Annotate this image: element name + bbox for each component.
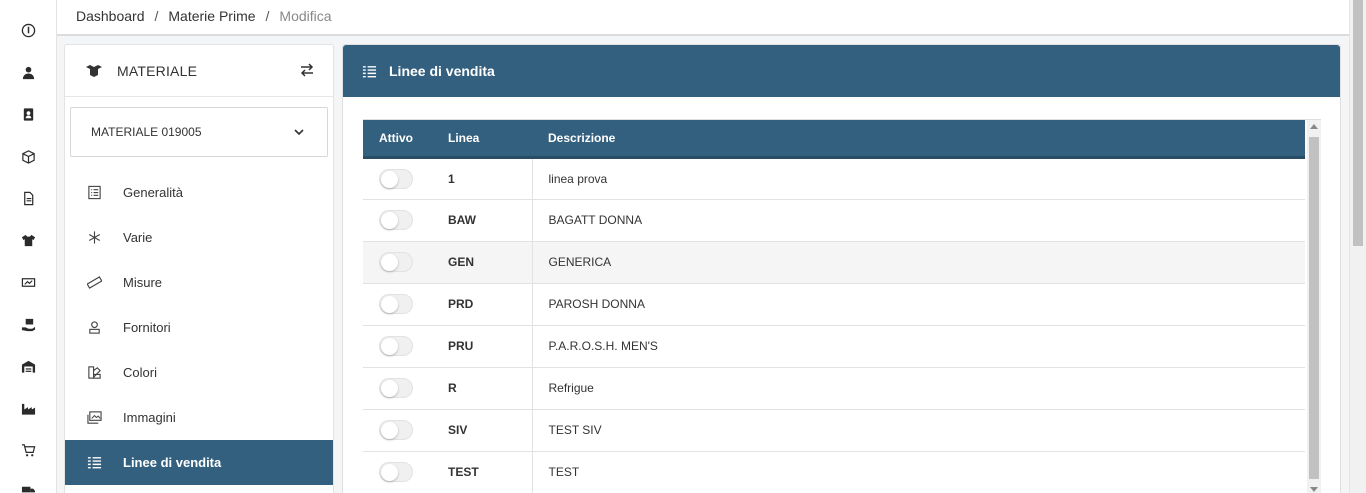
sales-lines-table-container: Attivo Linea Descrizione 1 linea prova B… [363, 119, 1321, 493]
active-toggle[interactable] [379, 420, 413, 440]
palette-icon [87, 365, 102, 380]
menu-item-colori[interactable]: Colori [65, 350, 333, 395]
breadcrumb-current: Modifica [279, 8, 332, 24]
tshirt-icon[interactable] [18, 230, 38, 250]
breadcrumb-separator: / [265, 8, 270, 24]
menu-item-fornitori[interactable]: Fornitori [65, 305, 333, 350]
scroll-down-arrow-icon[interactable] [1310, 487, 1318, 492]
sign-icon[interactable] [18, 272, 38, 292]
list-alt-icon [87, 185, 102, 200]
cart-icon[interactable] [18, 440, 38, 460]
th-list-icon [87, 455, 102, 470]
panel-header: Linee di vendita [343, 45, 1340, 97]
table-row[interactable]: SIV TEST SIV [363, 409, 1305, 451]
menu-item-label: Fornitori [123, 320, 171, 335]
active-toggle[interactable] [379, 378, 413, 398]
table-scrollbar[interactable] [1307, 120, 1321, 493]
address-book-icon[interactable] [18, 104, 38, 124]
icon-rail [0, 0, 57, 493]
table-row[interactable]: BAW BAGATT DONNA [363, 199, 1305, 241]
info-icon[interactable] [18, 20, 38, 40]
table-row[interactable]: PRD PAROSH DONNA [363, 283, 1305, 325]
asterisk-icon [87, 230, 102, 245]
material-card-header: MATERIALE [65, 45, 333, 97]
truck-icon[interactable] [18, 480, 38, 493]
active-toggle[interactable] [379, 294, 413, 314]
column-header-linea[interactable]: Linea [432, 120, 532, 159]
menu-item-misure[interactable]: Misure [65, 260, 333, 305]
user-stamp-icon [87, 320, 102, 335]
user-tie-icon[interactable] [18, 62, 38, 82]
material-menu: Generalità Varie Misure Fornitori Colori… [65, 170, 333, 485]
page-scrollbar-thumb[interactable] [1353, 0, 1363, 246]
line-code: SIV [432, 409, 533, 451]
box-open-icon[interactable] [18, 146, 38, 166]
breadcrumb-separator: / [154, 8, 159, 24]
line-description: TEST [548, 465, 580, 479]
menu-item-label: Varie [123, 230, 153, 245]
page-scrollbar[interactable] [1349, 0, 1366, 493]
line-description: GENERICA [548, 255, 612, 269]
scroll-up-arrow-icon[interactable] [1310, 124, 1318, 129]
table-row[interactable]: TEST TEST [363, 451, 1305, 493]
table-row[interactable]: R Refrigue [363, 367, 1305, 409]
line-description: BAGATT DONNA [548, 213, 643, 227]
sales-lines-table: Attivo Linea Descrizione 1 linea prova B… [363, 120, 1305, 493]
line-code: 1 [432, 157, 533, 199]
line-description: Refrigue [548, 381, 594, 395]
active-toggle[interactable] [379, 462, 413, 482]
table-header-row: Attivo Linea Descrizione [363, 120, 1305, 159]
sales-lines-panel: Linee di vendita Attivo Linea Descrizion… [342, 44, 1341, 493]
menu-item-label: Colori [123, 365, 157, 380]
line-code: PRU [432, 325, 533, 367]
menu-item-generalita[interactable]: Generalità [65, 170, 333, 215]
industry-icon[interactable] [18, 398, 38, 418]
menu-item-linee-di-vendita[interactable]: Linee di vendita [65, 440, 333, 485]
line-description: linea prova [548, 171, 608, 186]
table-scrollbar-thumb[interactable] [1309, 137, 1319, 479]
menu-item-label: Immagini [123, 410, 176, 425]
th-list-icon [362, 65, 377, 77]
ruler-icon [87, 275, 102, 290]
line-code: GEN [432, 241, 533, 283]
menu-item-label: Generalità [123, 185, 183, 200]
breadcrumb-bar: Dashboard / Materie Prime / Modifica [57, 0, 1349, 36]
material-select[interactable]: MATERIALE 019005 [70, 107, 328, 157]
active-toggle[interactable] [379, 336, 413, 356]
material-card: MATERIALE MATERIALE 019005 Generalità Va… [64, 44, 334, 493]
chevron-down-icon [294, 129, 304, 136]
breadcrumb: Dashboard / Materie Prime / Modifica [76, 8, 332, 24]
active-toggle[interactable] [379, 210, 413, 230]
material-card-title: MATERIALE [117, 62, 198, 79]
boxes-icon [86, 64, 102, 77]
line-code: BAW [432, 199, 533, 241]
menu-item-label: Misure [123, 275, 163, 290]
material-select-value: MATERIALE 019005 [91, 125, 202, 139]
breadcrumb-materie-prime[interactable]: Materie Prime [168, 8, 255, 24]
box-hand-icon[interactable] [18, 314, 38, 334]
line-code: TEST [432, 451, 533, 493]
line-code: PRD [432, 283, 533, 325]
menu-item-varie[interactable]: Varie [65, 215, 333, 260]
menu-item-label: Linee di vendita [123, 455, 222, 470]
menu-item-immagini[interactable]: Immagini [65, 395, 333, 440]
exchange-icon[interactable] [299, 62, 315, 78]
images-icon [87, 410, 102, 425]
file-icon[interactable] [18, 188, 38, 208]
table-row[interactable]: 1 linea prova [363, 157, 1305, 199]
column-header-descrizione[interactable]: Descrizione [532, 120, 1305, 159]
column-header-attivo[interactable]: Attivo [363, 120, 432, 159]
line-description: PAROSH DONNA [548, 297, 645, 311]
table-row[interactable]: PRU P.A.R.O.S.H. MEN'S [363, 325, 1305, 367]
active-toggle[interactable] [379, 168, 413, 189]
table-row[interactable]: GEN GENERICA [363, 241, 1305, 283]
breadcrumb-dashboard[interactable]: Dashboard [76, 8, 145, 24]
line-description: TEST SIV [548, 423, 602, 437]
line-code: R [432, 367, 533, 409]
active-toggle[interactable] [379, 252, 413, 272]
panel-title: Linee di vendita [389, 63, 495, 79]
warehouse-icon[interactable] [18, 356, 38, 376]
line-description: P.A.R.O.S.H. MEN'S [548, 339, 658, 353]
